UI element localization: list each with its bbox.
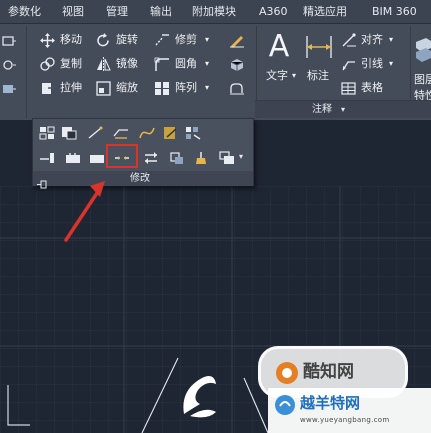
watermark-site-url: www.yueyangbang.com (300, 416, 390, 424)
site-logo-icon (274, 394, 296, 416)
watermark-brand-text: 酷知网 (303, 362, 354, 382)
watermark-swirl-icon (176, 370, 220, 422)
watermark-site-badge: 越羊特网 www.yueyangbang.com (268, 388, 431, 433)
watermark-site-text: 越羊特网 (300, 394, 361, 412)
brand-logo-icon (275, 361, 299, 385)
